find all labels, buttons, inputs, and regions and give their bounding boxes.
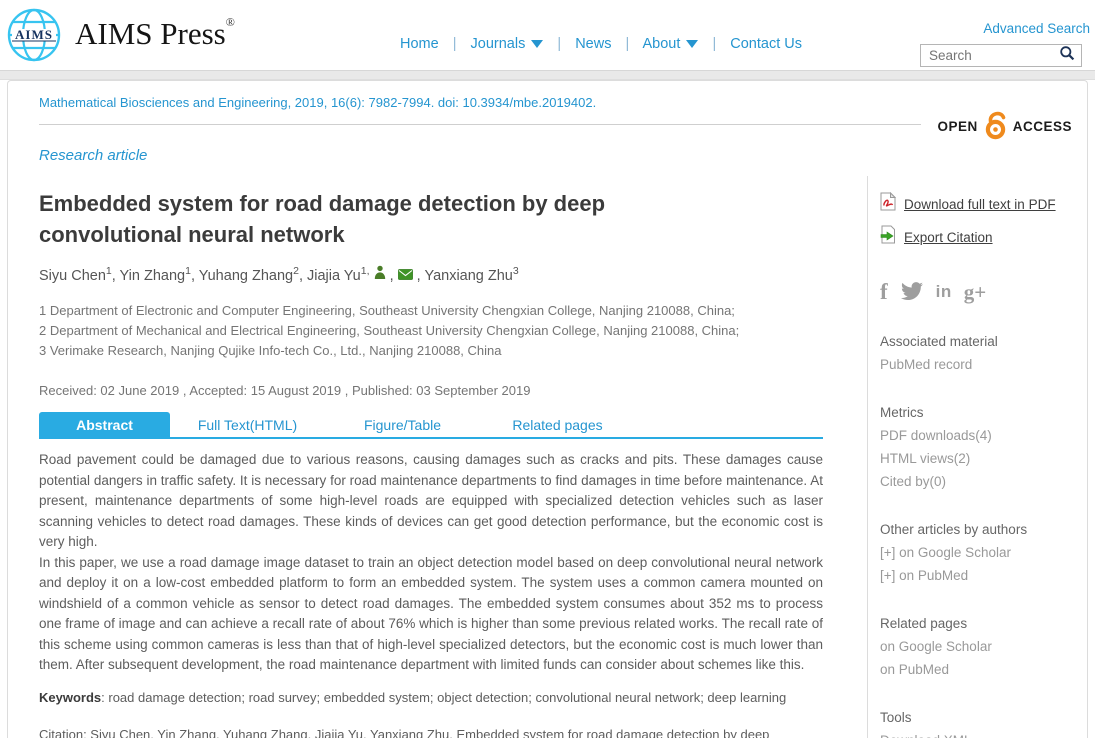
svg-text:AIMS: AIMS xyxy=(15,27,53,42)
search-input[interactable] xyxy=(927,47,1059,64)
section-title: Tools xyxy=(880,706,1081,729)
email-icon[interactable] xyxy=(398,268,417,284)
twitter-icon[interactable] xyxy=(900,282,924,302)
article-panel: Mathematical Biosciences and Engineering… xyxy=(7,80,1088,738)
keywords-line: Keywords: road damage detection; road su… xyxy=(39,690,823,705)
nav-home[interactable]: Home xyxy=(400,36,439,52)
author[interactable]: Yuhang Zhang2 xyxy=(199,268,299,284)
export-citation-icon xyxy=(880,225,896,249)
cited-by-link[interactable]: Cited by(0) xyxy=(880,470,1081,493)
section-metrics: Metrics PDF downloads(4) HTML views(2) C… xyxy=(880,401,1081,493)
panel-top: Mathematical Biosciences and Engineering… xyxy=(8,81,1087,176)
section-title: Associated material xyxy=(880,330,1081,353)
chevron-down-icon xyxy=(686,40,698,48)
section-associated-material: Associated material PubMed record xyxy=(880,330,1081,376)
authors-line: Siyu Chen1, Yin Zhang1, Yuhang Zhang2, J… xyxy=(39,265,823,284)
abstract-paragraph-1: Road pavement could be damaged due to va… xyxy=(39,450,823,553)
site-header: AIMS AIMS Press® Home | Journals | News … xyxy=(0,0,1095,70)
export-citation-link[interactable]: Export Citation xyxy=(880,225,1081,249)
section-other-articles: Other articles by authors [+] on Google … xyxy=(880,518,1081,587)
header-divider-band xyxy=(0,70,1095,80)
search-area: Advanced Search xyxy=(920,20,1090,67)
download-xml-link[interactable]: Download XML xyxy=(880,729,1081,738)
author[interactable]: Yin Zhang1 xyxy=(120,268,191,284)
authors-google-scholar-link[interactable]: [+] on Google Scholar xyxy=(880,541,1081,564)
citation-block: Citation: Siyu Chen, Yin Zhang, Yuhang Z… xyxy=(39,724,823,738)
section-related-pages: Related pages on Google Scholar on PubMe… xyxy=(880,612,1081,681)
author[interactable]: Yanxiang Zhu3 xyxy=(424,268,518,284)
affiliation-1: 1 Department of Electronic and Computer … xyxy=(39,301,823,321)
social-share-row: f in g+ xyxy=(880,279,1081,305)
affiliation-2: 2 Department of Mechanical and Electrica… xyxy=(39,321,823,341)
tab-abstract[interactable]: Abstract xyxy=(39,412,170,437)
related-google-scholar-link[interactable]: on Google Scholar xyxy=(880,635,1081,658)
section-title: Related pages xyxy=(880,612,1081,635)
google-plus-icon[interactable]: g+ xyxy=(964,280,986,305)
tab-related-pages[interactable]: Related pages xyxy=(480,412,635,437)
aims-press-logo[interactable]: AIMS AIMS Press® xyxy=(6,7,235,68)
section-title: Metrics xyxy=(880,401,1081,424)
advanced-search-link[interactable]: Advanced Search xyxy=(983,21,1090,36)
nav-news[interactable]: News xyxy=(575,36,611,52)
article-sidebar: Download full text in PDF Export Citatio… xyxy=(867,176,1087,738)
pubmed-record-link[interactable]: PubMed record xyxy=(880,353,1081,376)
affiliation-3: 3 Verimake Research, Nanjing Qujike Info… xyxy=(39,341,823,361)
article-tabbar: Abstract Full Text(HTML) Figure/Table Re… xyxy=(39,412,823,439)
open-access-badge: OPEN ACCESS xyxy=(937,108,1072,145)
corresponding-author-icon[interactable] xyxy=(374,268,390,284)
nav-journals[interactable]: Journals xyxy=(471,36,544,52)
globe-icon: AIMS xyxy=(6,7,62,68)
html-views-link[interactable]: HTML views(2) xyxy=(880,447,1081,470)
journal-citation-link[interactable]: Mathematical Biosciences and Engineering… xyxy=(39,95,596,110)
affiliations: 1 Department of Electronic and Computer … xyxy=(39,301,823,361)
article-dates: Received: 02 June 2019 , Accepted: 15 Au… xyxy=(39,383,823,398)
search-box xyxy=(920,44,1082,67)
logo-wordmark: AIMS Press® xyxy=(75,15,235,52)
nav-contact-us[interactable]: Contact Us xyxy=(730,36,802,52)
section-tools: Tools Download XML Email to a friend xyxy=(880,706,1081,738)
linkedin-icon[interactable]: in xyxy=(936,282,952,302)
registered-mark: ® xyxy=(226,15,235,29)
facebook-icon[interactable]: f xyxy=(880,279,888,305)
horizontal-rule xyxy=(39,124,921,125)
download-pdf-link[interactable]: Download full text in PDF xyxy=(880,192,1081,216)
pdf-file-icon xyxy=(880,192,896,216)
authors-pubmed-link[interactable]: [+] on PubMed xyxy=(880,564,1081,587)
abstract-body: Road pavement could be damaged due to va… xyxy=(39,450,823,676)
abstract-paragraph-2: In this paper, we use a road damage imag… xyxy=(39,553,823,676)
search-icon[interactable] xyxy=(1059,45,1075,66)
article-title: Embedded system for road damage detectio… xyxy=(39,188,729,250)
article-type-label: Research article xyxy=(39,147,147,164)
related-pubmed-link[interactable]: on PubMed xyxy=(880,658,1081,681)
section-title: Other articles by authors xyxy=(880,518,1081,541)
tab-figure-table[interactable]: Figure/Table xyxy=(325,412,480,437)
tab-full-text[interactable]: Full Text(HTML) xyxy=(170,412,325,437)
open-lock-icon xyxy=(982,108,1009,145)
main-nav: Home | Journals | News | About | Contact… xyxy=(400,36,802,52)
author[interactable]: Siyu Chen1 xyxy=(39,268,112,284)
pdf-downloads-link[interactable]: PDF downloads(4) xyxy=(880,424,1081,447)
chevron-down-icon xyxy=(531,40,543,48)
author[interactable]: Jiajia Yu1, xyxy=(307,268,370,284)
nav-about[interactable]: About xyxy=(643,36,699,52)
article-main-column: Embedded system for road damage detectio… xyxy=(8,176,867,738)
